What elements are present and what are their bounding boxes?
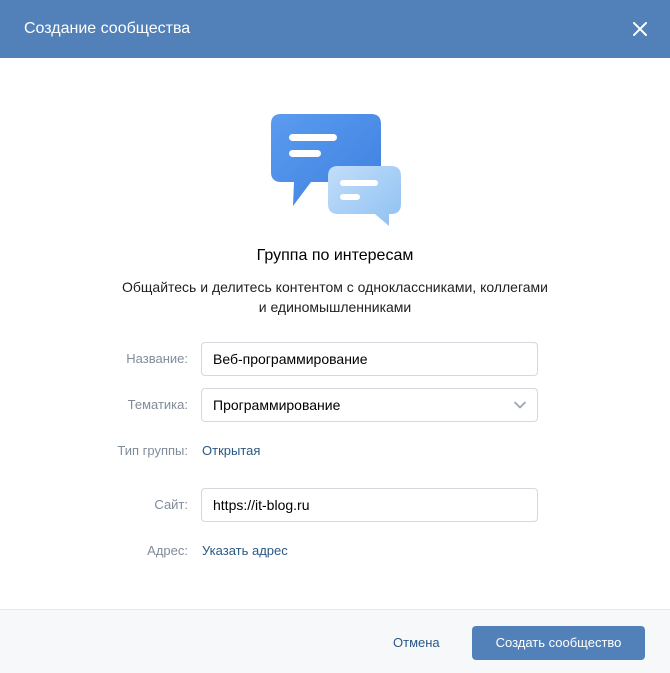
name-input[interactable]: Веб-программирование bbox=[201, 342, 538, 376]
site-input[interactable]: https://it-blog.ru bbox=[201, 488, 538, 522]
topic-select[interactable]: Программирование bbox=[201, 388, 538, 422]
hero-illustration bbox=[0, 110, 670, 230]
cancel-button[interactable]: Отмена bbox=[385, 627, 448, 659]
address-label: Адрес: bbox=[147, 543, 188, 558]
address-row: Адрес: Указать адрес bbox=[0, 534, 670, 568]
name-input-value: Веб-программирование bbox=[213, 351, 368, 367]
modal-title: Создание сообщества bbox=[24, 20, 191, 37]
group-type-title: Группа по интересам bbox=[256, 247, 414, 264]
group-type-label: Тип группы: bbox=[117, 443, 188, 458]
group-type-description: Общайтесь и делитесь контентом с однокла… bbox=[121, 279, 548, 315]
modal-footer: Отмена Создать сообщество bbox=[0, 609, 670, 673]
site-label: Сайт: bbox=[154, 497, 188, 512]
site-row: Сайт: https://it-blog.ru bbox=[0, 488, 670, 522]
group-type-link[interactable]: Открытая bbox=[202, 434, 260, 468]
close-icon bbox=[633, 22, 647, 36]
topic-row: Тематика: Программирование bbox=[0, 388, 670, 422]
create-community-button[interactable]: Создать сообщество bbox=[472, 626, 645, 660]
chat-bubbles-icon bbox=[271, 114, 401, 226]
topic-label: Тематика: bbox=[127, 397, 188, 412]
chevron-down-icon bbox=[514, 401, 526, 409]
specify-address-link[interactable]: Указать адрес bbox=[202, 534, 288, 568]
site-input-value: https://it-blog.ru bbox=[213, 497, 310, 513]
name-label: Название: bbox=[126, 351, 188, 366]
close-button[interactable] bbox=[628, 17, 652, 41]
name-row: Название: Веб-программирование bbox=[0, 342, 670, 376]
modal-header: Создание сообщества bbox=[0, 0, 670, 58]
topic-select-value: Программирование bbox=[213, 397, 341, 413]
group-type-row: Тип группы: Открытая bbox=[0, 434, 670, 468]
